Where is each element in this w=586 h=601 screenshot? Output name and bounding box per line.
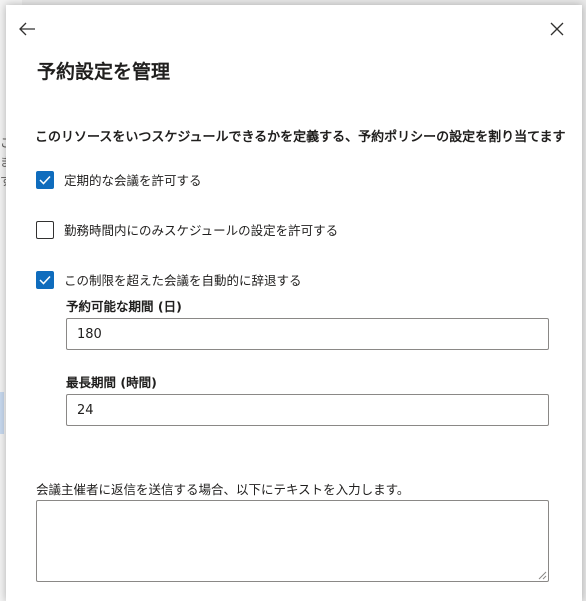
panel-description: このリソースをいつスケジュールできるかを定義する、予約ポリシーの設定を割り当てま… — [35, 130, 566, 145]
checkbox-label: 勤務時間内にのみスケジュールの設定を許可する — [64, 223, 339, 238]
back-button[interactable] — [12, 14, 42, 44]
checkbox-label: この制限を超えた会議を自動的に辞退する — [64, 273, 302, 288]
background-highlight — [0, 392, 4, 434]
close-icon — [550, 22, 564, 36]
working-hours-only-checkbox[interactable]: 勤務時間内にのみスケジュールの設定を許可する — [36, 220, 338, 239]
max-duration-label: 最長期間 (時間) — [66, 375, 157, 390]
checkbox-label: 定期的な会議を許可する — [64, 173, 202, 188]
checkmark-icon — [39, 175, 51, 185]
booking-window-input[interactable]: 180 — [66, 318, 549, 350]
close-button[interactable] — [542, 14, 572, 44]
checkbox-box[interactable] — [36, 170, 54, 189]
arrow-left-icon — [19, 22, 35, 36]
reply-message-label: 会議主催者に返信を送信する場合、以下にテキストを入力します。 — [36, 482, 410, 497]
checkbox-box[interactable] — [36, 220, 54, 239]
resize-grip-icon[interactable] — [538, 571, 547, 580]
booking-window-label: 予約可能な期間 (日) — [66, 299, 182, 314]
checkmark-icon — [39, 275, 51, 285]
max-duration-input[interactable]: 24 — [66, 394, 549, 426]
auto-decline-checkbox[interactable]: この制限を超えた会議を自動的に辞退する — [36, 270, 302, 289]
allow-recurring-checkbox[interactable]: 定期的な会議を許可する — [36, 170, 202, 189]
booking-settings-panel: 予約設定を管理 このリソースをいつスケジュールできるかを定義する、予約ポリシーの… — [6, 5, 582, 601]
checkbox-box[interactable] — [36, 270, 54, 289]
panel-title: 予約設定を管理 — [37, 61, 171, 83]
reply-message-textarea[interactable] — [36, 500, 549, 582]
